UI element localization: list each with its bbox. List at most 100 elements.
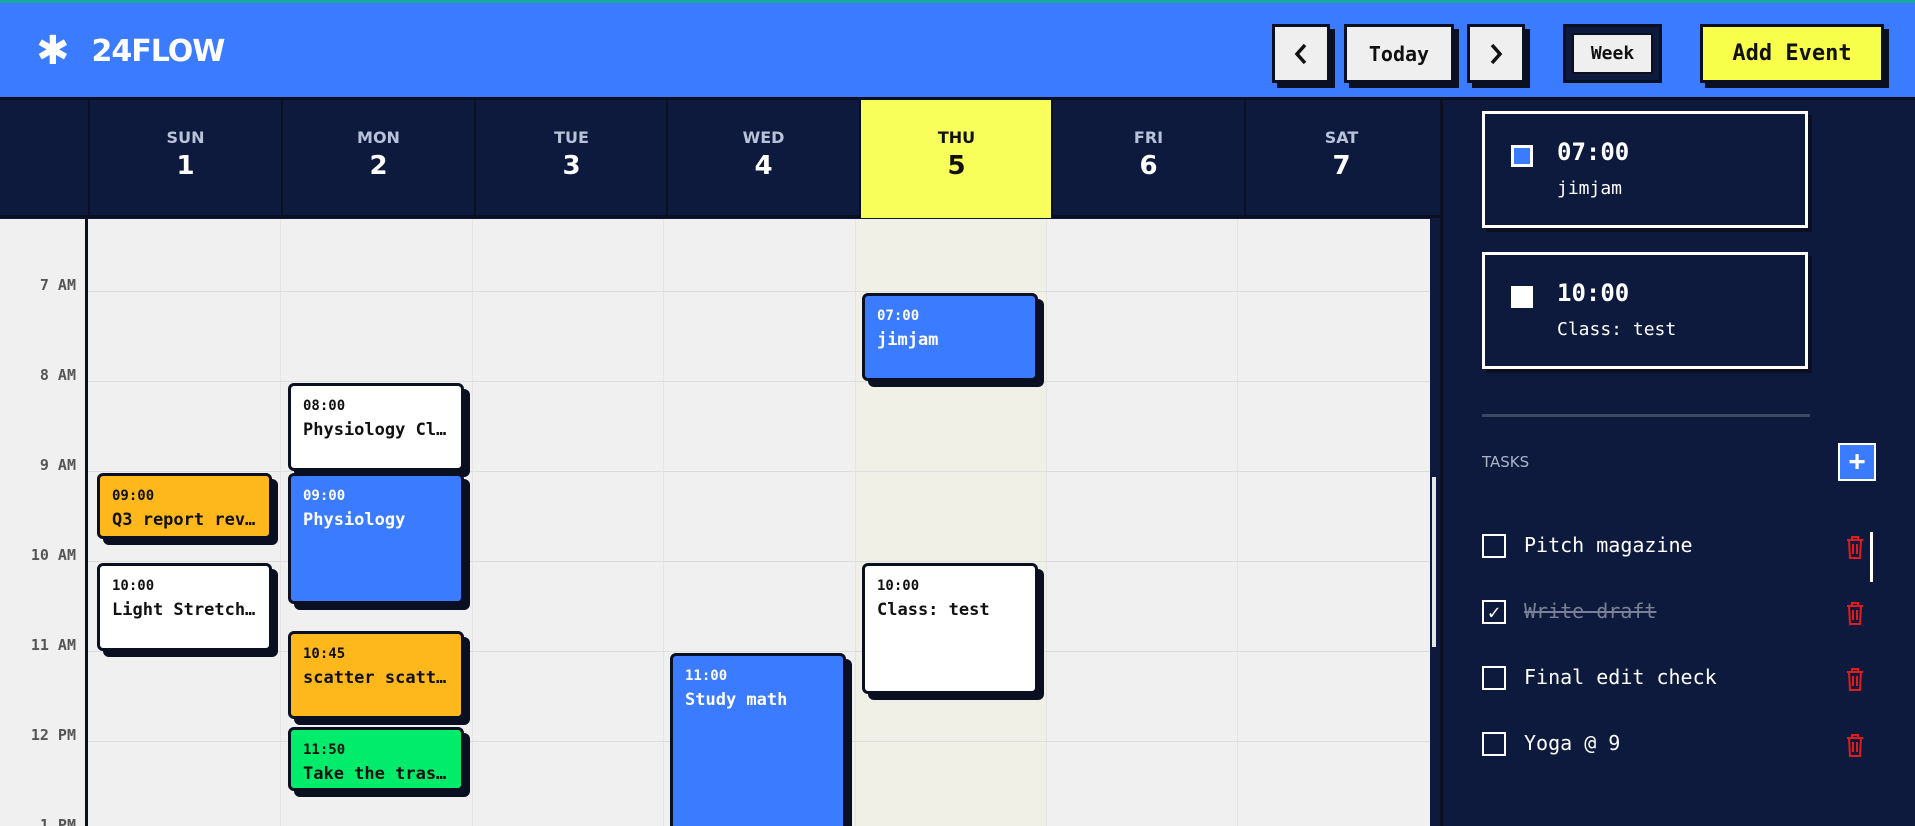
trash-icon[interactable] — [1844, 666, 1866, 692]
hour-line — [88, 471, 1430, 472]
event-card[interactable]: 10:45 scatter scatt… — [288, 631, 464, 719]
event-color-swatch — [1511, 145, 1533, 167]
event-card[interactable]: 08:00 Physiology Cl… — [288, 383, 464, 471]
column-divider — [472, 219, 473, 826]
day-header-wed[interactable]: WED 4 — [666, 100, 859, 218]
upcoming-event-card[interactable]: 10:00 Class: test — [1482, 252, 1808, 369]
app-name: 24FLOW — [91, 33, 226, 69]
chevron-left-icon — [1294, 43, 1307, 64]
sidebar: 07:00 jimjam 10:00 Class: test TASKS + P… — [1440, 100, 1915, 826]
event-card[interactable]: 07:00 jimjam — [862, 293, 1038, 381]
day-header-tue[interactable]: TUE 3 — [474, 100, 667, 218]
day-number: 5 — [947, 151, 966, 181]
event-time: 09:00 — [112, 488, 155, 504]
add-task-button[interactable]: + — [1838, 443, 1876, 481]
trash-icon[interactable] — [1844, 600, 1866, 626]
time-label: 10 AM — [30, 546, 76, 564]
week-calendar: SUN 1 MON 2 TUE 3 WED 4 THU 5 FRI 6 SAT 7 7 AM … — [0, 100, 1440, 826]
event-title: scatter scatt… — [303, 668, 447, 688]
event-title: Physiology — [303, 510, 406, 530]
time-label: 11 AM — [30, 636, 76, 654]
event-time: 09:00 — [303, 488, 346, 504]
event-card[interactable]: 09:00 Physiology — [288, 473, 464, 604]
time-label: 8 AM — [39, 366, 76, 384]
hour-line — [88, 381, 1430, 382]
event-title: Q3 report rev… — [112, 510, 256, 530]
event-title: jimjam — [877, 330, 939, 350]
day-name: THU — [937, 128, 976, 147]
event-time: 11:00 — [685, 668, 728, 684]
column-divider — [1237, 219, 1238, 826]
event-card[interactable]: 11:00 Study math — [670, 653, 846, 826]
sidebar-scrollbar-thumb[interactable] — [1870, 532, 1873, 582]
trash-icon[interactable] — [1844, 732, 1866, 758]
day-number: 4 — [754, 151, 773, 181]
column-divider — [855, 219, 856, 826]
task-label: Write draft — [1524, 599, 1657, 623]
event-time: 10:00 — [112, 578, 155, 594]
column-divider — [663, 219, 664, 826]
event-time: 08:00 — [303, 398, 346, 414]
view-select-value[interactable]: Week — [1572, 33, 1653, 74]
next-week-button[interactable] — [1467, 24, 1525, 83]
scrollbar-thumb[interactable] — [1432, 477, 1436, 647]
event-card[interactable]: 10:00 Class: test — [862, 563, 1038, 694]
view-select[interactable]: Week — [1563, 24, 1662, 83]
day-header-row: SUN 1 MON 2 TUE 3 WED 4 THU 5 FRI 6 SAT 7 — [0, 100, 1440, 218]
task-label: Final edit check — [1524, 665, 1717, 689]
event-time: 11:50 — [303, 742, 346, 758]
upcoming-event-time: 07:00 — [1557, 138, 1630, 166]
event-time: 10:45 — [303, 646, 346, 662]
sidebar-divider — [1482, 414, 1810, 417]
day-number: 7 — [1332, 151, 1351, 181]
time-label: 7 AM — [39, 276, 76, 294]
chevron-right-icon — [1490, 43, 1503, 64]
task-label: Yoga @ 9 — [1524, 731, 1621, 755]
task-item: Yoga @ 9 — [1482, 728, 1882, 758]
hour-line — [88, 291, 1430, 292]
previous-week-button[interactable] — [1272, 24, 1330, 83]
calendar-scrollbar[interactable] — [1430, 219, 1440, 826]
event-color-swatch — [1511, 286, 1533, 308]
day-header-sat[interactable]: SAT 7 — [1244, 100, 1437, 218]
task-item: Pitch magazine — [1482, 530, 1882, 560]
upcoming-event-title: jimjam — [1557, 178, 1623, 199]
day-number: 6 — [1139, 151, 1158, 181]
day-number: 2 — [369, 151, 388, 181]
event-card[interactable]: 11:50 Take the tras… — [288, 727, 464, 791]
trash-icon[interactable] — [1844, 534, 1866, 560]
day-header-thu[interactable]: THU 5 — [859, 100, 1052, 218]
today-button[interactable]: Today — [1344, 24, 1454, 83]
top-bar: ✱ 24FLOW Today Week Add Event — [0, 0, 1915, 100]
asterisk-logo-icon: ✱ — [36, 28, 70, 74]
task-checkbox[interactable] — [1482, 732, 1506, 756]
time-label: 12 PM — [30, 726, 76, 744]
event-title: Light Stretch… — [112, 600, 256, 620]
day-name: TUE — [554, 128, 589, 147]
event-card[interactable]: 09:00 Q3 report rev… — [97, 473, 272, 539]
task-item: ✓ Write draft — [1482, 596, 1882, 626]
upcoming-event-title: Class: test — [1557, 319, 1677, 340]
task-checkbox[interactable] — [1482, 534, 1506, 558]
task-checkbox[interactable] — [1482, 666, 1506, 690]
day-name: SUN — [166, 128, 205, 147]
add-event-button[interactable]: Add Event — [1700, 24, 1884, 83]
column-divider — [280, 219, 281, 826]
time-gutter: 7 AM 8 AM 9 AM 10 AM 11 AM 12 PM 1 PM — [0, 219, 88, 826]
event-time: 10:00 — [877, 578, 920, 594]
event-time: 07:00 — [877, 308, 920, 324]
event-title: Take the tras… — [303, 764, 447, 784]
event-title: Study math — [685, 690, 788, 710]
day-header-mon[interactable]: MON 2 — [281, 100, 474, 218]
event-title: Physiology Cl… — [303, 420, 447, 440]
day-header-sun[interactable]: SUN 1 — [88, 100, 281, 218]
task-item: Final edit check — [1482, 662, 1882, 692]
day-number: 1 — [176, 151, 195, 181]
upcoming-event-card[interactable]: 07:00 jimjam — [1482, 111, 1808, 228]
task-label: Pitch magazine — [1524, 533, 1693, 557]
task-checkbox-checked[interactable]: ✓ — [1482, 600, 1506, 624]
time-grid[interactable]: 7 AM 8 AM 9 AM 10 AM 11 AM 12 PM 1 PM 09… — [0, 219, 1430, 826]
day-header-fri[interactable]: FRI 6 — [1051, 100, 1244, 218]
event-card[interactable]: 10:00 Light Stretch… — [97, 563, 272, 651]
event-title: Class: test — [877, 600, 990, 620]
